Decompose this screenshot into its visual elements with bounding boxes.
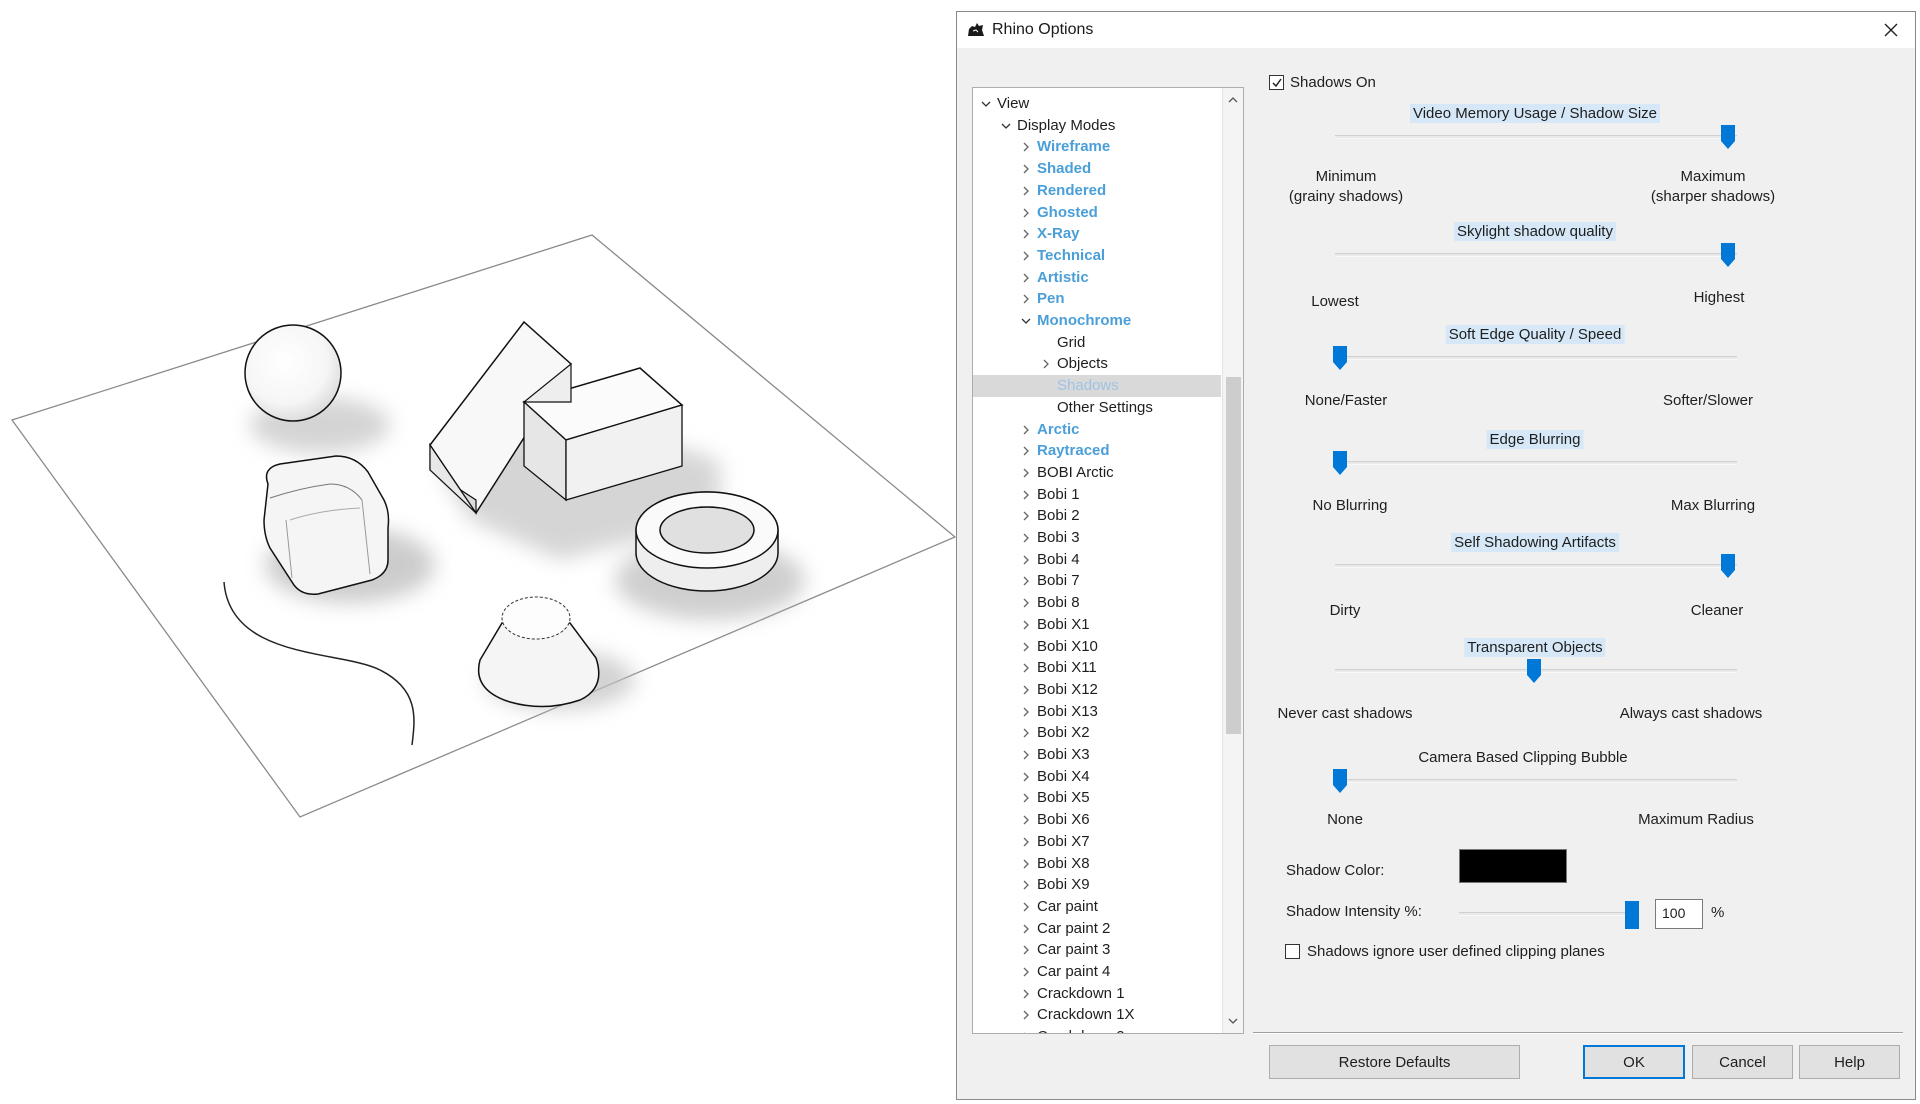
skylight-track[interactable] (1335, 253, 1737, 257)
skylight-min-label: Lowest (1311, 293, 1359, 310)
clipping-bubble-max-label: Maximum Radius (1638, 811, 1754, 828)
video-memory-track[interactable] (1335, 135, 1737, 139)
shadow-color-label: Shadow Color: (1286, 862, 1385, 879)
transparent-objects-min-label: Never cast shadows (1277, 705, 1413, 722)
transparent-objects-max-label: Always cast shadows (1619, 705, 1763, 722)
transparent-objects-title: Transparent Objects (1464, 638, 1606, 657)
skylight-title: Skylight shadow quality (1454, 222, 1616, 241)
sphere (244, 324, 342, 422)
self-shadowing-min-label: Dirty (1329, 602, 1361, 619)
clipping-bubble-title: Camera Based Clipping Bubble (1418, 749, 1628, 766)
soft-edge-slider-thumb[interactable] (1333, 346, 1347, 370)
edge-blurring-slider-thumb[interactable] (1333, 451, 1347, 475)
help-button[interactable]: Help (1799, 1045, 1900, 1079)
soft-edge-max-label: Softer/Slower (1662, 392, 1754, 409)
viewport-3d[interactable] (0, 0, 956, 1104)
edge-blurring-track[interactable] (1335, 461, 1737, 465)
shadow-intensity-slider-thumb[interactable] (1625, 901, 1639, 929)
rhino-options-dialog: Rhino Options View Display Modes Wireframe… (956, 11, 1916, 1100)
transparent-objects-slider-thumb[interactable] (1527, 659, 1541, 683)
self-shadowing-title: Self Shadowing Artifacts (1451, 533, 1619, 552)
shadow-intensity-label: Shadow Intensity %: (1286, 903, 1422, 920)
clipping-bubble-slider-thumb[interactable] (1333, 769, 1347, 793)
shadows-on-label: Shadows On (1290, 74, 1376, 91)
shadows-on-checkbox[interactable] (1269, 75, 1284, 90)
cancel-button[interactable]: Cancel (1692, 1045, 1793, 1079)
self-shadowing-track[interactable] (1335, 564, 1737, 568)
video-memory-slider-thumb[interactable] (1721, 125, 1735, 149)
footer-separator (1253, 1032, 1903, 1034)
ok-button[interactable]: OK (1583, 1045, 1685, 1079)
shadow-intensity-track[interactable] (1459, 912, 1629, 916)
edge-blurring-title: Edge Blurring (1486, 430, 1584, 449)
restore-defaults-button[interactable]: Restore Defaults (1269, 1045, 1520, 1079)
video-memory-title: Video Memory Usage / Shadow Size (1409, 104, 1661, 123)
skylight-slider-thumb[interactable] (1721, 243, 1735, 267)
checkmark-icon (1271, 78, 1282, 87)
clipping-bubble-min-label: None (1327, 811, 1363, 828)
soft-edge-min-label: None/Faster (1304, 392, 1388, 409)
edge-blurring-min-label: No Blurring (1312, 497, 1388, 514)
shadow-settings-panel: Shadows On Video Memory Usage / Shadow S… (957, 12, 1915, 1099)
ignore-clipping-label: Shadows ignore user defined clipping pla… (1307, 943, 1605, 960)
soft-edge-title: Soft Edge Quality / Speed (1445, 325, 1625, 344)
soft-edge-track[interactable] (1335, 356, 1737, 360)
video-memory-min-label: Minimum (grainy shadows) (1288, 168, 1404, 205)
shadow-intensity-unit: % (1711, 904, 1725, 921)
shadow-color-swatch[interactable] (1459, 849, 1567, 883)
self-shadowing-max-label: Cleaner (1690, 602, 1744, 619)
ignore-clipping-checkbox[interactable] (1285, 944, 1300, 959)
edge-blurring-max-label: Max Blurring (1670, 497, 1756, 514)
video-memory-max-label: Maximum (sharper shadows) (1650, 168, 1776, 205)
clipping-bubble-track[interactable] (1335, 779, 1737, 783)
shadow-intensity-input[interactable]: 100 (1655, 899, 1703, 929)
skylight-max-label: Highest (1693, 289, 1745, 306)
self-shadowing-slider-thumb[interactable] (1721, 554, 1735, 578)
ring (635, 491, 779, 592)
